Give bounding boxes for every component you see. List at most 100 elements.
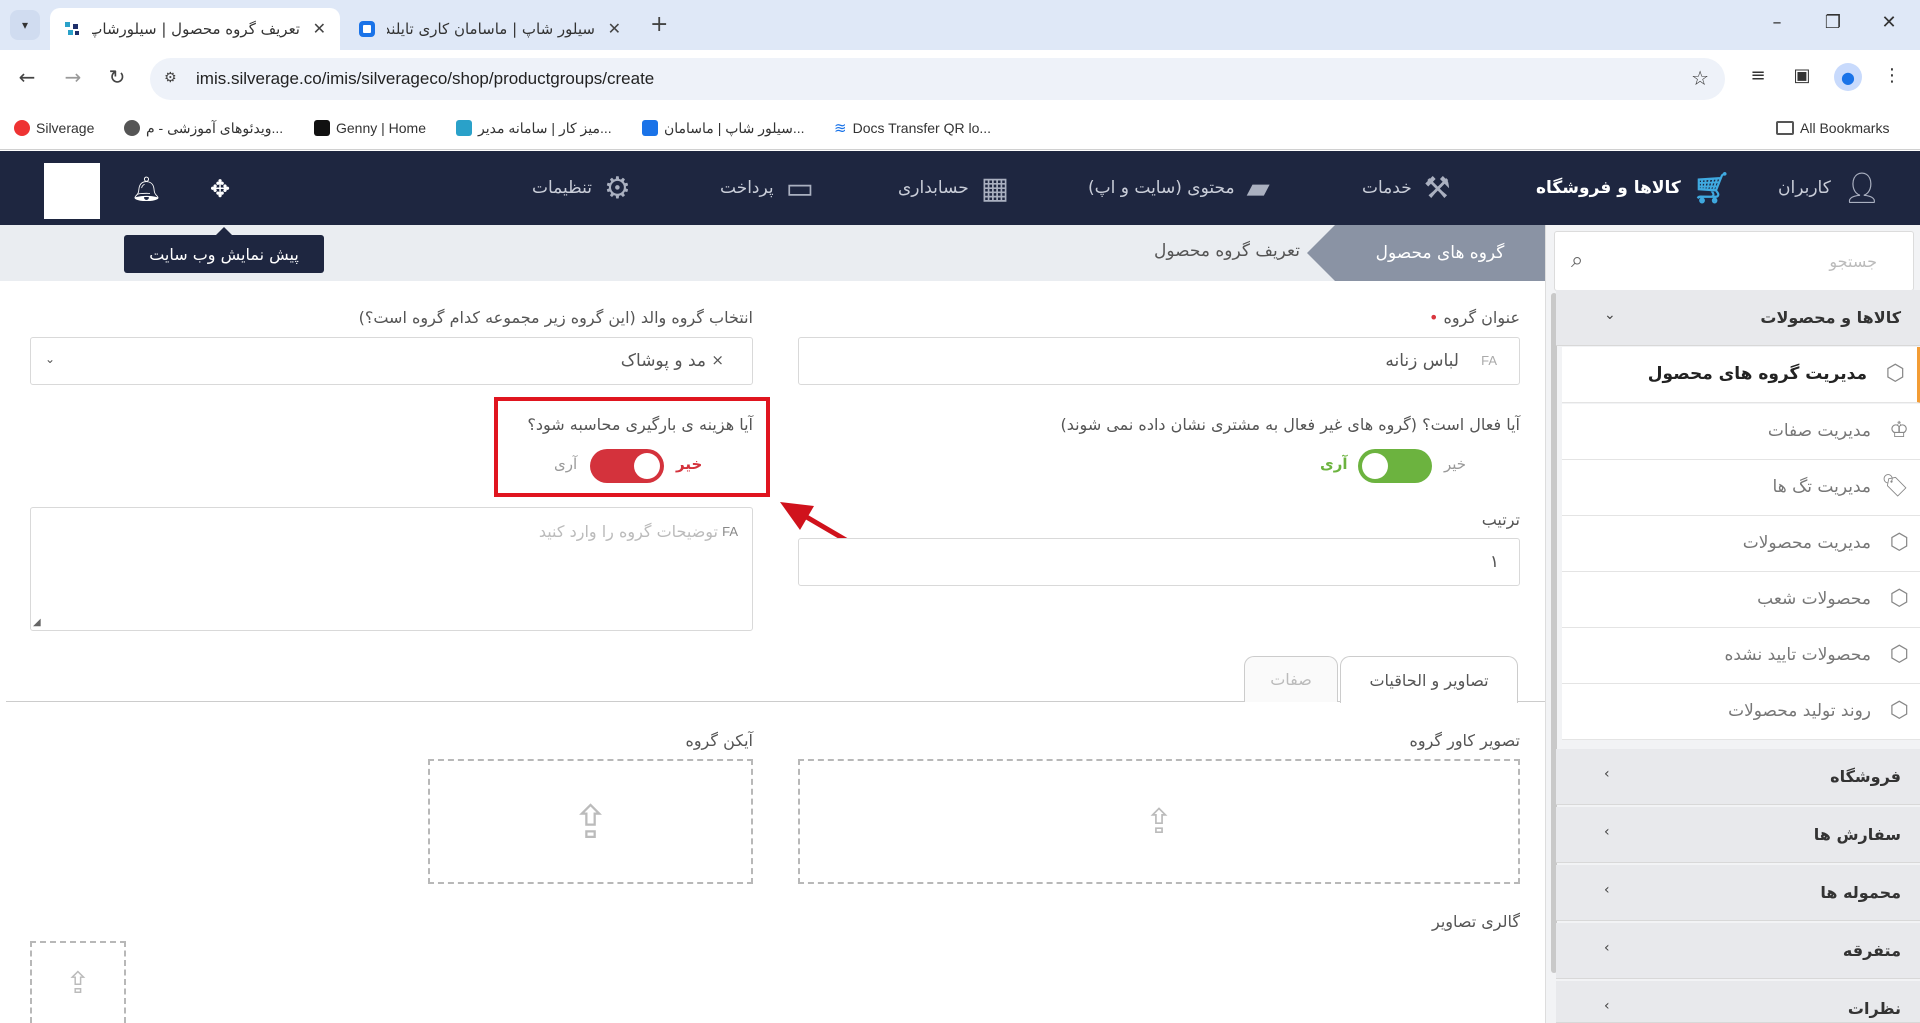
sidebar-section-comments[interactable]: نظرات ‹ (1556, 981, 1920, 1023)
sidebar-item-attributes[interactable]: ♔ مدیریت صفات (1562, 404, 1920, 460)
sidebar-section-shipments[interactable]: محموله ها ‹ (1556, 865, 1920, 921)
tab-attributes[interactable]: صفات (1244, 656, 1338, 702)
silverage-favicon-icon (65, 22, 79, 35)
order-label: ترتیب (1481, 510, 1520, 529)
highlight-box (494, 397, 770, 497)
section-label: متفرقه (1842, 941, 1901, 960)
language-tag: FA (1481, 353, 1497, 368)
resize-grip-icon[interactable]: ◢ (33, 617, 41, 628)
genny-bookmark-icon (314, 120, 330, 136)
box-refresh-icon: ⬡ (1889, 698, 1909, 723)
parent-group-select[interactable]: × مد و پوشاک ⌄ (30, 337, 753, 385)
sidebar-section-store[interactable]: فروشگاه ‹ (1556, 749, 1920, 805)
window-close-icon[interactable]: ✕ (1874, 12, 1904, 33)
close-tab-icon[interactable]: ✕ (608, 19, 621, 38)
bookmark-label: Silverage (36, 120, 95, 136)
menu-accounting[interactable]: ▦ حسابداری (898, 165, 1009, 211)
chevron-left-icon: ‹ (1604, 882, 1610, 898)
logo[interactable] (44, 163, 100, 219)
bookmark-silvershop[interactable]: سیلور شاپ | ماسامان... (642, 116, 805, 140)
group-title-input[interactable]: FA لباس زنانه (798, 337, 1520, 385)
menu-label: کالاها و فروشگاه (1536, 178, 1681, 198)
order-input[interactable]: ۱ (798, 538, 1520, 586)
media-control-icon[interactable]: ≡ (1744, 65, 1772, 86)
input-value: لباس زنانه (1385, 351, 1459, 371)
back-arrow-icon[interactable]: ← (12, 65, 42, 89)
menu-goods-store[interactable]: 🛒︎ کالاها و فروشگاه (1536, 165, 1731, 211)
close-tab-icon[interactable]: ✕ (313, 19, 326, 38)
sidebar-item-unapproved-products[interactable]: ⬡ محصولات تایید نشده (1562, 628, 1920, 684)
minimize-icon[interactable]: – (1762, 12, 1792, 33)
sidebar-item-products[interactable]: ⬡ مدیریت محصولات (1562, 516, 1920, 572)
sidebar-item-label: مدیریت گروه های محصول (1647, 364, 1867, 384)
bookmark-silverage[interactable]: Silverage (14, 116, 94, 140)
sidebar-item-tags[interactable]: 🏷︎ مدیریت تگ ها (1562, 460, 1920, 516)
menu-content[interactable]: ▰ محتوی (سایت و اپ) (1088, 165, 1270, 211)
restore-icon[interactable]: ❐ (1818, 12, 1848, 33)
box-icon: ⬡ (1889, 642, 1909, 667)
url-bar[interactable]: ⚙ imis.silverage.co/imis/silverageco/sho… (150, 58, 1725, 100)
is-active-toggle[interactable] (1358, 449, 1432, 483)
box-icon: ⬡ (1889, 530, 1909, 555)
silverage-bookmark-icon (456, 120, 472, 136)
bell-icon[interactable]: 🔔︎ (131, 175, 161, 203)
side-panel-icon[interactable]: ▣ (1788, 65, 1816, 86)
move-arrows-icon[interactable]: ✥ (210, 175, 230, 203)
cover-image-label: تصویر کاور گروه (1409, 731, 1520, 750)
site-info-icon[interactable]: ⚙ (164, 70, 177, 86)
gallery-upload[interactable]: ⇪ (30, 941, 126, 1023)
group-icon-upload[interactable]: ⇪ (428, 759, 753, 884)
sidebar-item-product-groups[interactable]: ⬡ مدیریت گروه های محصول (1562, 347, 1920, 403)
browser-menu-icon[interactable]: ⋮ (1878, 65, 1906, 86)
clear-selection-icon[interactable]: × (711, 351, 724, 369)
textarea-placeholder: توضیحات گروه را وارد کنید (538, 522, 718, 541)
bookmark-desk[interactable]: میز کار | سامانه مدیر... (456, 116, 612, 140)
cover-image-upload[interactable]: ⇪ (798, 759, 1520, 884)
box-icon: ⬡ (1885, 361, 1905, 386)
search-icon[interactable]: ⌕ (1571, 248, 1583, 273)
chevron-left-icon: ‹ (1604, 766, 1610, 782)
menu-users[interactable]: 👤︎ کاربران (1778, 165, 1881, 211)
browser-tab-active[interactable]: تعریف گروه محصول | سیلورشاپ ✕ (50, 8, 340, 50)
box-icon: ⬡ (1889, 586, 1909, 611)
sidebar-search-input[interactable]: جستجو ⌕ (1554, 231, 1914, 291)
group-title-label: عنوان گروه • (1429, 308, 1520, 327)
sidebar-item-label: مدیریت تگ ها (1772, 477, 1871, 497)
menu-payment[interactable]: ▭ پرداخت (720, 165, 814, 211)
reload-icon[interactable]: ↻ (102, 65, 132, 89)
group-icon-label: آیکن گروه (685, 731, 753, 750)
sidebar-section-orders[interactable]: سفارش ها ‹ (1556, 807, 1920, 863)
all-bookmarks-button[interactable]: All Bookmarks (1776, 116, 1889, 140)
bookmark-videos[interactable]: ویدئوهای آموزشی - م... (124, 116, 283, 140)
label-text: عنوان گروه (1443, 308, 1520, 327)
menu-settings[interactable]: ⚙ تنظیمات (532, 165, 631, 211)
description-textarea[interactable]: FA توضیحات گروه را وارد کنید ◢ (30, 507, 753, 631)
menu-label: خدمات (1362, 178, 1412, 198)
broom-icon: ⚒ (1423, 170, 1451, 206)
bookmark-star-icon[interactable]: ☆ (1691, 66, 1709, 90)
tab-search-button[interactable]: ▾ (10, 10, 40, 40)
menu-services[interactable]: ⚒ خدمات (1362, 165, 1451, 211)
profile-avatar-icon[interactable]: ● (1834, 63, 1862, 91)
section-label: کالاها و محصولات (1760, 308, 1901, 327)
bookmark-label: میز کار | سامانه مدیر... (478, 119, 612, 136)
sidebar-item-branch-products[interactable]: ⬡ محصولات شعب (1562, 572, 1920, 628)
bookmark-genny[interactable]: Genny | Home (314, 116, 426, 140)
sidebar-section-misc[interactable]: متفرقه ‹ (1556, 923, 1920, 979)
browser-tab[interactable]: سیلور شاپ | ماسامان کاری تایلند ✕ (345, 8, 635, 50)
app-header: 🔔︎ ✥ 👤︎ کاربران 🛒︎ کالاها و فروشگاه ⚒ خد… (0, 151, 1920, 225)
address-toolbar: ← → ↻ ⚙ imis.silverage.co/imis/silverage… (0, 50, 1920, 108)
new-tab-button[interactable]: + (650, 12, 668, 37)
bookmark-docs-transfer[interactable]: ≋ Docs Transfer QR lo... (834, 116, 991, 140)
users-icon: 👤︎ (1842, 170, 1881, 206)
tab-images-attachments[interactable]: تصاویر و الحاقیات (1340, 656, 1518, 703)
language-tag: FA (722, 524, 738, 539)
silverage-bookmark-icon (14, 120, 30, 136)
forward-arrow-icon[interactable]: → (58, 65, 88, 89)
sidebar-item-label: محصولات تایید نشده (1724, 645, 1871, 665)
upload-icon: ⇪ (571, 794, 610, 849)
sidebar-item-production-process[interactable]: ⬡ روند تولید محصولات (1562, 684, 1920, 740)
calculator-icon: ▦ (980, 170, 1010, 206)
breadcrumb-parent[interactable]: گروه های محصول (1307, 225, 1545, 281)
sidebar-section-goods[interactable]: کالاها و محصولات ⌄ (1556, 290, 1920, 346)
